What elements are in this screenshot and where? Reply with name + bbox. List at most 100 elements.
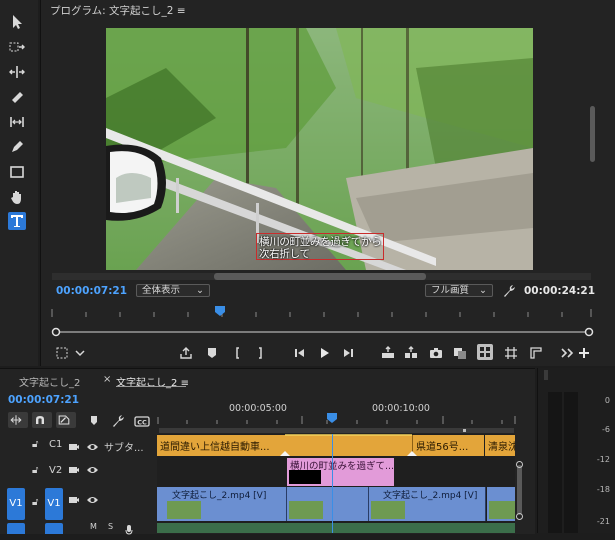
work-area-marker [463, 429, 466, 432]
ruler-label-5s: 00:00:05:00 [229, 403, 287, 414]
lock-icon[interactable]: 🔓︎ [32, 465, 38, 476]
eye-icon[interactable] [86, 491, 99, 510]
film-icon[interactable] [68, 461, 80, 480]
track-target-v1[interactable]: V1 [45, 488, 63, 520]
graphic-clip-thumbnail [289, 470, 321, 484]
ruler-label-10s: 00:00:10:00 [372, 403, 430, 414]
playhead-timecode[interactable]: 00:00:07:21 [56, 285, 127, 297]
quality-dropdown-value: フル画質 [431, 285, 470, 296]
work-area-bar[interactable] [159, 428, 514, 433]
mark-out-icon[interactable] [252, 345, 268, 361]
play-icon[interactable] [316, 345, 332, 361]
video-clip-thumbnail [167, 501, 201, 519]
video-clip-label: 文字起こし_2.mp4 [V] [172, 491, 267, 501]
more-controls-icon[interactable] [559, 345, 575, 361]
safe-margins-icon[interactable] [54, 345, 70, 361]
audio-meter-panel: 0 -6 -12 -18 -21 [537, 368, 615, 533]
lock-icon[interactable]: 🔓︎ [32, 439, 38, 450]
add-button-icon[interactable] [576, 345, 592, 361]
comparison-view-icon[interactable] [452, 345, 468, 361]
selection-tool-icon[interactable] [8, 13, 26, 31]
chevron-down-icon[interactable] [72, 345, 88, 361]
lock-icon[interactable]: 🔓︎ [32, 497, 38, 508]
mark-in-icon[interactable] [230, 345, 246, 361]
hand-tool-icon[interactable] [8, 188, 26, 206]
track-select-tool-icon[interactable] [8, 38, 26, 56]
monitor-vertical-scrollbar[interactable] [586, 28, 600, 270]
timeline-scroll-thumb[interactable] [517, 465, 522, 515]
source-patch-v1[interactable]: V1 [7, 488, 25, 520]
track-header-c1: 🔓︎ C1 サブタ... [0, 434, 157, 457]
video-clip-thumbnail [289, 501, 323, 519]
timeline-vertical-scrollbar[interactable] [516, 458, 524, 533]
type-tool-icon[interactable] [8, 212, 26, 230]
audio-clip[interactable] [157, 523, 515, 533]
lift-icon[interactable] [380, 345, 396, 361]
track-target-a1[interactable] [45, 523, 63, 534]
track-header-a1: M S [0, 522, 157, 535]
monitor-time-ruler[interactable] [50, 303, 595, 343]
meter-label-18: -18 [596, 485, 610, 494]
timeline-time-ruler[interactable] [157, 400, 521, 435]
monitor-horizontal-scrollbar[interactable] [52, 273, 591, 280]
multicam-view-icon[interactable] [477, 344, 493, 360]
horizontal-scroll-thumb[interactable] [214, 273, 426, 280]
razor-tool-icon[interactable] [8, 88, 26, 106]
panel-menu-icon[interactable]: ≡ [181, 378, 189, 389]
film-icon[interactable] [68, 491, 80, 510]
pen-tool-icon[interactable] [8, 138, 26, 156]
rectangle-tool-icon[interactable] [8, 163, 26, 181]
graphic-clip[interactable]: 横川の町並みを過ぎて... [287, 458, 394, 486]
fit-dropdown[interactable]: 全体表示 ⌄ [136, 284, 210, 297]
timeline-playhead-timecode[interactable]: 00:00:07:21 [8, 394, 79, 406]
track-label-c1: サブタ... [104, 443, 144, 454]
meter-label-12: -12 [596, 455, 610, 464]
video-clip-label: 文字起こし_2.mp4 [V] [383, 491, 478, 501]
microphone-icon[interactable] [124, 521, 134, 540]
track-area[interactable]: 道間違い上信越自動車... 県道56号... 清泉沈 横川の町並みを過ぎて...… [157, 434, 515, 533]
video-clip[interactable]: 文字起こし_2.mp4 [V] [157, 487, 287, 521]
export-frame-out-icon[interactable] [178, 345, 194, 361]
linked-selection-icon[interactable] [56, 412, 76, 428]
tab-sequence-1[interactable]: 文字起こし_2 [19, 374, 80, 389]
slip-tool-icon[interactable] [8, 113, 26, 131]
timeline-settings-wrench-icon[interactable] [110, 413, 126, 429]
video-clip[interactable] [487, 487, 515, 521]
go-to-in-icon[interactable] [292, 345, 308, 361]
zoom-handle-left[interactable] [51, 327, 61, 337]
ripple-edit-tool-icon[interactable] [8, 63, 26, 81]
eye-icon[interactable] [86, 461, 99, 480]
track-header-v1: V1 🔓︎ V1 [0, 487, 157, 521]
mute-button[interactable]: M [90, 522, 97, 531]
camera-icon[interactable] [428, 345, 444, 361]
source-patch-a1[interactable] [7, 523, 25, 534]
extract-icon[interactable] [403, 345, 419, 361]
monitor-playhead[interactable] [215, 306, 225, 316]
program-monitor-title[interactable]: プログラム: 文字起こし_2 ≡ [50, 3, 186, 18]
meter-handle[interactable] [544, 370, 548, 380]
grid-icon[interactable] [503, 345, 519, 361]
timeline-playhead[interactable] [327, 413, 337, 423]
snap-magnet-icon[interactable] [32, 412, 52, 428]
vertical-scroll-thumb[interactable] [590, 106, 595, 162]
tools-panel [0, 0, 38, 366]
caption-text-box[interactable]: 横川の町並みを過ぎてから 次右折して [256, 233, 384, 260]
playback-quality-dropdown[interactable]: フル画質 ⌄ [425, 284, 493, 297]
video-clip[interactable] [287, 487, 369, 521]
add-marker-icon[interactable] [204, 345, 220, 361]
scroll-handle-bottom[interactable] [516, 513, 523, 520]
nest-toggle-icon[interactable] [8, 412, 28, 428]
zoom-handle-right[interactable] [584, 327, 594, 337]
eye-icon[interactable] [86, 438, 99, 457]
go-to-out-icon[interactable] [340, 345, 356, 361]
ruler-icon[interactable] [528, 345, 544, 361]
add-marker-icon[interactable] [86, 413, 102, 429]
wrench-icon[interactable] [501, 283, 517, 299]
panel-menu-icon[interactable]: ≡ [177, 5, 186, 17]
scroll-handle-top[interactable] [516, 461, 523, 468]
close-tab-icon[interactable]: × [103, 374, 111, 385]
video-clip[interactable]: 文字起こし_2.mp4 [V] [369, 487, 486, 521]
solo-button[interactable]: S [108, 522, 113, 531]
film-icon[interactable] [68, 438, 80, 457]
captions-display-icon[interactable]: CC [134, 413, 150, 429]
